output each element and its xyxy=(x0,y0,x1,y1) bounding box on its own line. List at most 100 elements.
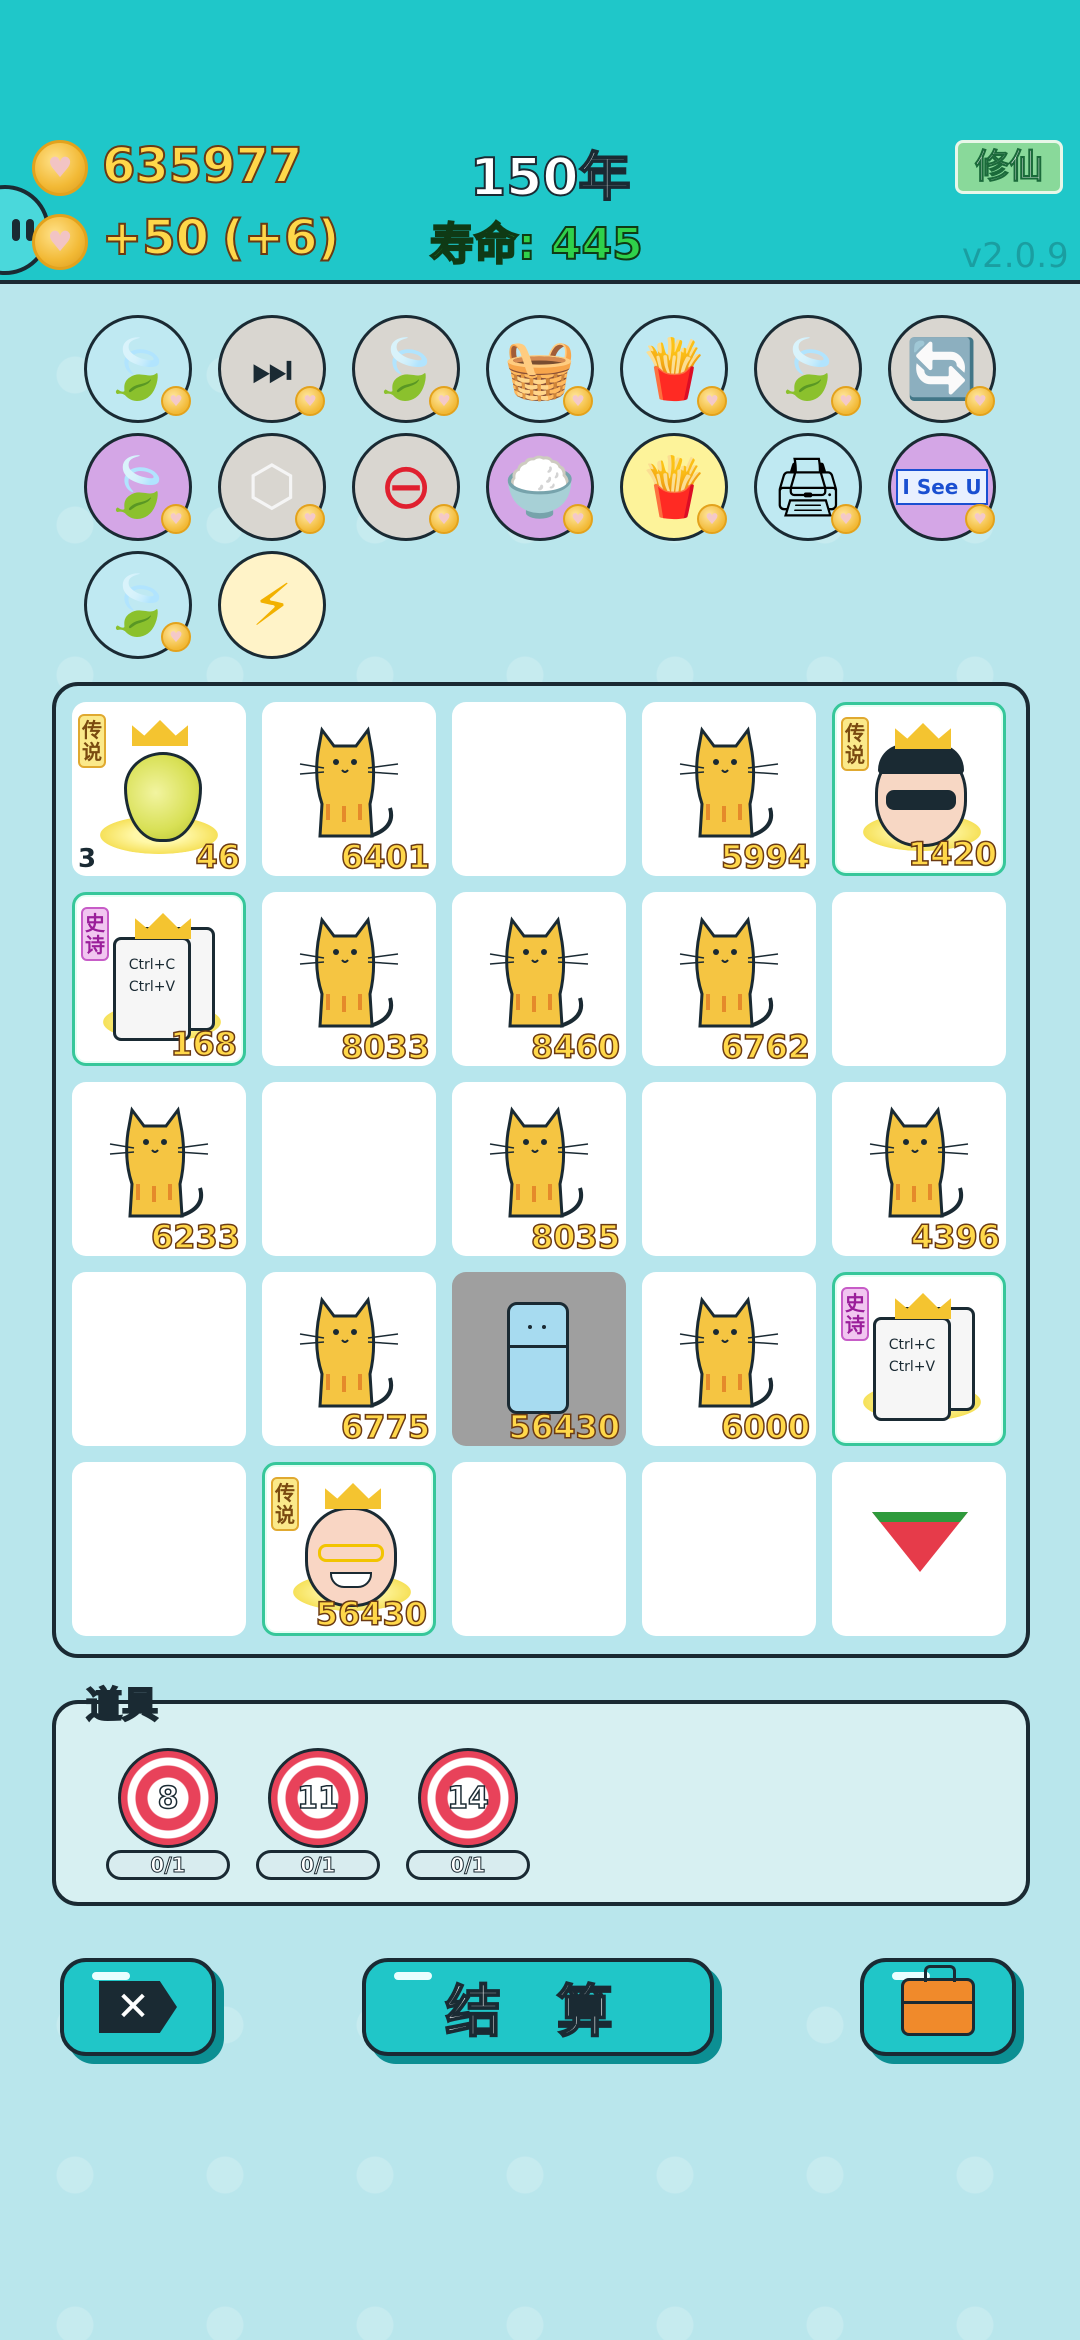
board-cell-empty[interactable] xyxy=(262,1082,436,1256)
relic-fries[interactable]: 🍟 ♥ xyxy=(620,315,728,423)
board-cell-cat[interactable]: 5994 xyxy=(642,702,816,877)
item-usage: 0/1 xyxy=(256,1850,380,1880)
coin-badge-icon: ♥ xyxy=(161,386,191,416)
relic-leaf[interactable]: 🍃 ♥ xyxy=(84,433,192,541)
settle-button[interactable]: 结 算 xyxy=(362,1958,714,2056)
item-value: 46 xyxy=(195,837,241,877)
relic-fries[interactable]: 🍟 ♥ xyxy=(620,433,728,541)
year-counter: 150年 xyxy=(469,147,632,209)
coin-badge-icon: ♥ xyxy=(965,386,995,416)
item-usage: 0/1 xyxy=(406,1850,530,1880)
relic-minus-circle[interactable]: ⊖ ♥ xyxy=(352,433,460,541)
printer-icon: 🖨 xyxy=(771,453,845,521)
leaf-icon: 🍃 xyxy=(369,335,443,403)
relic-lightning[interactable]: ⚡ xyxy=(218,551,326,659)
relic-dice[interactable]: ⬡ ♥ xyxy=(218,433,326,541)
old-man-face-icon xyxy=(305,1507,397,1607)
board-cell-old-man[interactable]: 传说 56430 xyxy=(262,1462,436,1636)
board-cell-empty[interactable] xyxy=(72,1462,246,1636)
relic-fruit-basket[interactable]: 🧺 ♥ xyxy=(486,315,594,423)
relic-leaf[interactable]: 🍃 ♥ xyxy=(352,315,460,423)
item-number: 8 xyxy=(157,1780,179,1817)
cat-icon xyxy=(679,726,779,838)
board-cell-empty[interactable] xyxy=(832,892,1006,1066)
coin-badge-icon: ♥ xyxy=(161,504,191,534)
coin-badge-icon: ♥ xyxy=(563,386,593,416)
button-shine xyxy=(92,1972,130,1980)
cat-icon xyxy=(299,1296,399,1408)
card-text: Ctrl+C xyxy=(888,1337,936,1353)
relic-leaf[interactable]: 🍃 ♥ xyxy=(754,315,862,423)
item-value: 56430 xyxy=(508,1407,621,1447)
dart-target-icon[interactable]: 14 xyxy=(418,1748,518,1848)
inventory-button[interactable] xyxy=(860,1958,1016,2056)
close-icon: ✕ xyxy=(99,1981,177,2033)
board-cell-cat[interactable]: 6233 xyxy=(72,1082,246,1257)
close-button[interactable]: ✕ xyxy=(60,1958,216,2056)
cat-icon xyxy=(109,1106,209,1218)
board-cell-watermelon[interactable] xyxy=(832,1462,1006,1636)
board-cell-empty[interactable] xyxy=(452,1462,626,1636)
dice-icon: ⬡ xyxy=(247,454,297,519)
board-cell-empty[interactable] xyxy=(72,1272,246,1446)
fries-icon: 🍟 xyxy=(637,335,711,403)
relic-refresh[interactable]: 🔄 ♥ xyxy=(888,315,996,423)
rarity-tag: 史诗 xyxy=(81,907,109,961)
item-value: 56430 xyxy=(315,1594,428,1634)
watermelon-icon xyxy=(872,1512,968,1572)
item-value: 5994 xyxy=(720,837,811,877)
relic-skip[interactable]: ⏭ ♥ xyxy=(218,315,326,423)
board-cell-cat[interactable]: 4396 xyxy=(832,1082,1006,1257)
cultivate-button[interactable]: 修仙 xyxy=(955,140,1063,194)
board-cell-empty[interactable] xyxy=(452,702,626,876)
cat-icon xyxy=(679,916,779,1028)
relic-rice-bowl[interactable]: 🍚 ♥ xyxy=(486,433,594,541)
coin-balance: 635977 xyxy=(101,137,303,195)
relic-leaf[interactable]: 🍃 ♥ xyxy=(84,315,192,423)
coin-badge-icon: ♥ xyxy=(831,386,861,416)
board-cell-empty[interactable] xyxy=(642,1082,816,1256)
cat-icon xyxy=(489,916,589,1028)
coin-badge-icon: ♥ xyxy=(295,386,325,416)
crown-icon xyxy=(135,913,191,939)
item-number: 11 xyxy=(296,1780,339,1817)
board-cell-cat[interactable]: 6775 xyxy=(262,1272,436,1447)
relic-leaf[interactable]: 🍃 ♥ xyxy=(84,551,192,659)
board-cell-empty[interactable] xyxy=(642,1462,816,1636)
board-cell-fridge[interactable]: 56430 xyxy=(452,1272,626,1447)
dart-target-icon[interactable]: 8 xyxy=(118,1748,218,1848)
skip-icon: ⏭ xyxy=(251,342,293,396)
dart-target-icon[interactable]: 11 xyxy=(268,1748,368,1848)
board-cell-ctrl-card[interactable]: Ctrl+C Ctrl+V 史诗 168 xyxy=(72,892,246,1066)
card-text: Ctrl+V xyxy=(888,1359,936,1375)
settle-label: 结 算 xyxy=(444,1979,631,2046)
slot-board: 传说 3 46 6401 5994 传说 1420 Ctrl+C Ctrl+V 史诗 168 8033… xyxy=(52,682,1030,1658)
coin-badge-icon: ♥ xyxy=(161,622,191,652)
board-cell-cat[interactable]: 8035 xyxy=(452,1082,626,1257)
board-cell-pear[interactable]: 传说 3 46 xyxy=(72,702,246,877)
board-cell-sunglasses-man[interactable]: 传说 1420 xyxy=(832,702,1006,876)
board-cell-ctrl-card[interactable]: Ctrl+C Ctrl+V 史诗 xyxy=(832,1272,1006,1446)
refresh-icon: 🔄 xyxy=(905,335,979,403)
item-value: 6000 xyxy=(720,1407,811,1447)
board-cell-cat[interactable]: 6000 xyxy=(642,1272,816,1447)
crown-icon xyxy=(325,1483,381,1509)
item-usage: 0/1 xyxy=(106,1850,230,1880)
coin-badge-icon: ♥ xyxy=(697,504,727,534)
leaf-icon: 🍃 xyxy=(101,335,175,403)
lightning-icon: ⚡ xyxy=(251,571,293,639)
relic-i-see-u[interactable]: I See U ♥ xyxy=(888,433,996,541)
board-cell-cat[interactable]: 8033 xyxy=(262,892,436,1067)
board-cell-cat[interactable]: 8460 xyxy=(452,892,626,1067)
minus-circle-icon: ⊖ xyxy=(379,450,433,524)
items-panel: 8 0/1 11 0/1 14 0/1 xyxy=(52,1700,1030,1906)
button-shine xyxy=(394,1972,432,1980)
top-status-bar: ♥ 635977 ♥ +50 (+6) 150年 寿命: 445 修仙 v2.0… xyxy=(0,0,1080,284)
income-coin-icon: ♥ xyxy=(32,214,88,270)
lifespan-counter: 寿命: 445 xyxy=(429,218,644,271)
crown-icon xyxy=(895,1293,951,1319)
relic-printer[interactable]: 🖨 ♥ xyxy=(754,433,862,541)
card-text: Ctrl+V xyxy=(128,979,176,995)
board-cell-cat[interactable]: 6762 xyxy=(642,892,816,1067)
board-cell-cat[interactable]: 6401 xyxy=(262,702,436,877)
